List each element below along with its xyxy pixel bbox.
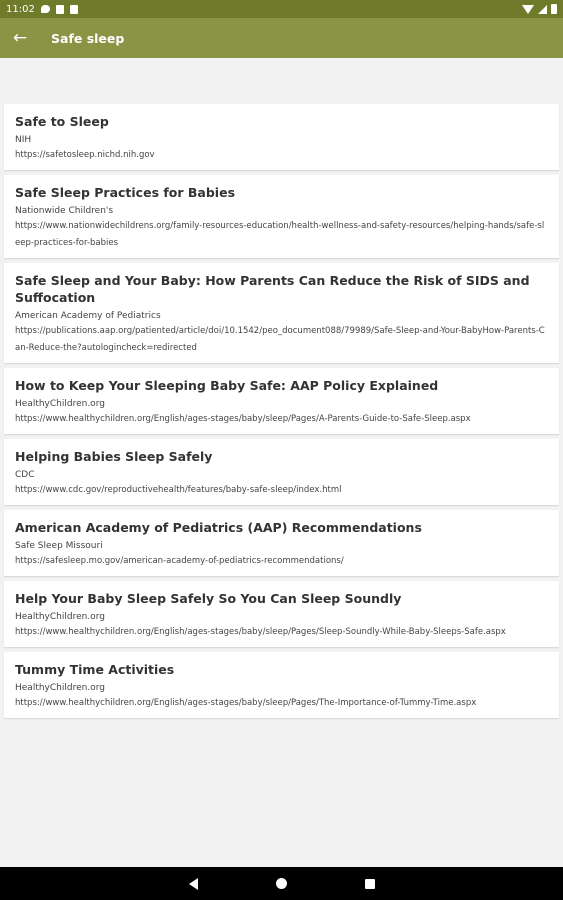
resource-source: CDC <box>15 470 35 480</box>
resource-title: Helping Babies Sleep Safely <box>15 449 213 464</box>
system-nav-bar <box>0 867 563 900</box>
sim-icon <box>55 4 64 14</box>
resource-title: Tummy Time Activities <box>15 662 175 677</box>
resource-url[interactable]: https://www.healthychildren.org/English/… <box>15 695 549 712</box>
resource-url[interactable]: https://safetosleep.nichd.nih.gov <box>15 147 549 164</box>
app-bar: ← Safe sleep <box>0 18 563 58</box>
resource-url[interactable]: https://www.nationwidechildrens.org/fami… <box>15 218 549 252</box>
resource-url[interactable]: https://safesleep.mo.gov/american-academ… <box>15 553 549 570</box>
resource-title: How to Keep Your Sleeping Baby Safe: AAP… <box>15 378 439 393</box>
resource-card[interactable]: Help Your Baby Sleep Safely So You Can S… <box>4 581 559 647</box>
resource-card[interactable]: Tummy Time Activities HealthyChildren.or… <box>4 652 559 718</box>
battery-icon <box>551 4 557 14</box>
resource-card[interactable]: Helping Babies Sleep Safely CDC https://… <box>4 439 559 505</box>
message-icon <box>40 5 50 13</box>
nav-back-icon[interactable] <box>188 877 198 890</box>
nav-home-icon[interactable] <box>275 878 287 889</box>
resource-title: Safe to Sleep <box>15 114 109 129</box>
resource-card[interactable]: American Academy of Pediatrics (AAP) Rec… <box>4 510 559 576</box>
status-time: 11:02 <box>6 3 35 15</box>
resource-title: Safe Sleep Practices for Babies <box>15 185 236 200</box>
resource-source: HealthyChildren.org <box>15 612 105 622</box>
resource-card[interactable]: Safe Sleep Practices for Babies Nationwi… <box>4 175 559 258</box>
resource-source: American Academy of Pediatrics <box>15 311 161 321</box>
resource-title: Safe Sleep and Your Baby: How Parents Ca… <box>15 273 530 305</box>
resource-list: Safe to Sleep NIH https://safetosleep.ni… <box>4 104 559 723</box>
resource-card[interactable]: Safe to Sleep NIH https://safetosleep.ni… <box>4 104 559 170</box>
resource-url[interactable]: https://www.healthychildren.org/English/… <box>15 624 549 641</box>
resource-url[interactable]: https://publications.aap.org/patiented/a… <box>15 323 549 357</box>
back-arrow-icon[interactable]: ← <box>0 28 40 48</box>
resource-source: NIH <box>15 135 32 145</box>
resource-source: HealthyChildren.org <box>15 683 105 693</box>
nav-recents-icon[interactable] <box>364 878 375 889</box>
resource-url[interactable]: https://www.cdc.gov/reproductivehealth/f… <box>15 482 549 499</box>
resource-title: Help Your Baby Sleep Safely So You Can S… <box>15 591 402 606</box>
resource-source: HealthyChildren.org <box>15 399 105 409</box>
signal-icon <box>538 4 547 14</box>
resource-card[interactable]: How to Keep Your Sleeping Baby Safe: AAP… <box>4 368 559 434</box>
wifi-icon <box>522 4 534 14</box>
page-title: Safe sleep <box>51 30 125 46</box>
storage-icon <box>69 4 78 14</box>
status-bar: 11:02 <box>0 0 563 18</box>
resource-title: American Academy of Pediatrics (AAP) Rec… <box>15 520 422 535</box>
resource-source: Nationwide Children's <box>15 206 114 216</box>
resource-url[interactable]: https://www.healthychildren.org/English/… <box>15 411 549 428</box>
resource-card[interactable]: Safe Sleep and Your Baby: How Parents Ca… <box>4 263 559 363</box>
resource-source: Safe Sleep Missouri <box>15 541 103 551</box>
